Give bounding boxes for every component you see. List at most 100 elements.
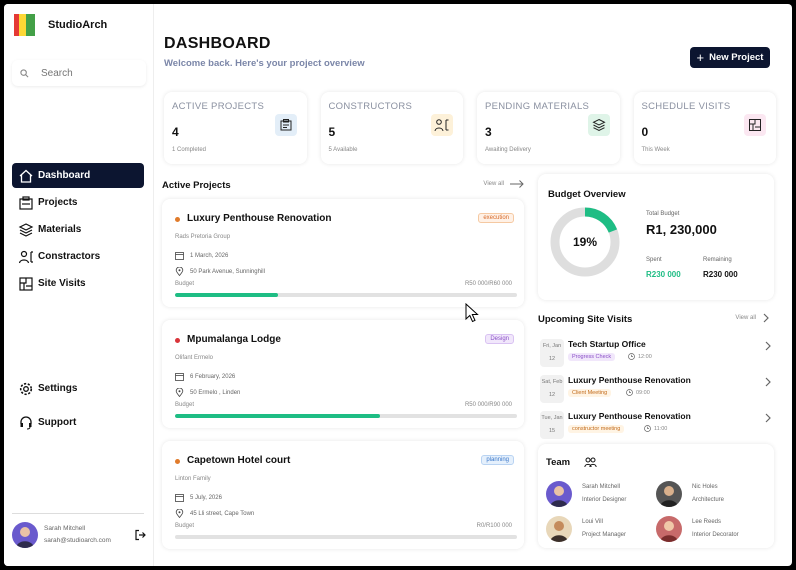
layers-icon: [18, 222, 34, 237]
nav-label: Support: [38, 417, 77, 428]
search-box[interactable]: [12, 60, 146, 86]
chevron-right-icon: [765, 413, 771, 423]
nav-label: Site Visits: [38, 278, 86, 289]
budget-label: Budget: [175, 523, 195, 529]
headset-icon: [20, 415, 32, 429]
budget-title: Budget Overview: [548, 189, 626, 200]
studioarch-logo-icon: [14, 14, 36, 36]
avatar: [546, 481, 572, 507]
chevron-right-icon[interactable]: [762, 313, 770, 323]
stats-row: ACTIVE PROJECTS 4 1 Completed CONSTRUCTO…: [164, 92, 776, 164]
nav-item-constractors[interactable]: Constractors: [12, 244, 144, 269]
visit-time: 09:00: [626, 389, 650, 396]
status-badge: planning: [481, 455, 514, 465]
clipboard-icon: [274, 114, 297, 136]
stat-sub: 1 Completed: [172, 147, 207, 153]
visit-day: Tue, Jan: [541, 415, 563, 421]
project-name: Mpumalanga Lodge: [187, 334, 281, 345]
project-card[interactable]: Luxury Penthouse Renovation execution Ra…: [162, 199, 524, 307]
logout-icon[interactable]: [134, 529, 146, 541]
nav-item-site-visits[interactable]: Site Visits: [12, 271, 144, 296]
stat-card-active-projects[interactable]: ACTIVE PROJECTS 4 1 Completed: [164, 92, 307, 164]
visit-name: Tech Startup Office: [568, 339, 646, 349]
visit-day: Fri, Jan: [542, 343, 562, 349]
project-card[interactable]: Capetown Hotel court planning Linton Fam…: [162, 441, 524, 549]
active-projects-title: Active Projects: [162, 180, 231, 191]
stat-card-pending-materials[interactable]: PENDING MATERIALS 3 Awaiting Delivery: [477, 92, 620, 164]
status-dot: [175, 338, 180, 343]
new-project-button[interactable]: + New Project: [690, 47, 770, 68]
project-card[interactable]: Mpumalanga Lodge Design Olifant Ermelo 6…: [162, 320, 524, 428]
visit-item[interactable]: Fri, Jan 12 Tech Startup Office Progress…: [538, 339, 774, 369]
spent-value: R230 000: [646, 270, 681, 279]
page-title: DASHBOARD: [164, 35, 271, 52]
location-pin-icon: [175, 509, 184, 518]
budget-progress-bar: [175, 535, 517, 539]
project-client: Rads Pretoria Group: [175, 234, 231, 240]
stat-sub: Awaiting Delivery: [485, 147, 531, 153]
visit-date-chip: Fri, Jan 12: [540, 339, 564, 367]
nav-item-materials[interactable]: Materials: [12, 217, 144, 242]
location-pin-icon: [175, 267, 184, 276]
date-text: 6 February, 2026: [190, 373, 236, 380]
logo[interactable]: StudioArch: [14, 14, 107, 36]
avatar: [656, 481, 682, 507]
budget-progress-fill: [175, 414, 381, 418]
status-dot: [175, 217, 180, 222]
main-nav: Dashboard Projects Materials Constractor…: [12, 163, 144, 298]
search-input[interactable]: [41, 67, 131, 79]
avatar: [546, 516, 572, 542]
project-address: 50 Park Avenue, Sunninghill: [175, 267, 265, 276]
stat-label: SCHEDULE VISITS: [641, 101, 731, 112]
nav-item-support[interactable]: Support: [12, 410, 144, 435]
chevron-right-icon: [765, 341, 771, 351]
budget-label: Budget: [175, 281, 195, 287]
active-projects-header: Active Projects View all: [162, 180, 524, 191]
stat-card-constructors[interactable]: CONSTRUCTORS 5 5 Available: [320, 92, 463, 164]
member-name: Lee Reeds: [692, 519, 722, 525]
stat-value: 3: [485, 125, 492, 139]
team-member[interactable]: Sarah Mitchell Interior Designer: [546, 481, 626, 507]
app-name: StudioArch: [48, 19, 108, 31]
member-role: Interior Designer: [582, 497, 627, 503]
blueprint-icon: [19, 276, 33, 291]
worker-icon: [431, 114, 453, 136]
team-title: Team: [546, 457, 597, 468]
nav-label: Settings: [38, 383, 78, 394]
budget-progress-bar: [175, 414, 517, 418]
team-title-text: Team: [546, 457, 571, 468]
nav-item-dashboard[interactable]: Dashboard: [12, 163, 144, 188]
nav-item-settings[interactable]: Settings: [12, 376, 144, 401]
visit-date: 12: [548, 356, 556, 362]
layers-icon: [587, 114, 610, 136]
address-text: 50 Park Avenue, Sunninghill: [190, 268, 265, 275]
nav-item-projects[interactable]: Projects: [12, 190, 144, 215]
visit-item[interactable]: Sat, Feb 12 Luxury Penthouse Renovation …: [538, 375, 774, 405]
user-email: sarah@studioarch.com: [44, 537, 111, 544]
projects-icon: [19, 195, 33, 210]
spent-label: Spent: [646, 257, 662, 263]
visit-name: Luxury Penthouse Renovation: [568, 411, 691, 421]
view-all-projects-link[interactable]: View all: [483, 180, 524, 188]
chevron-right-icon: [765, 377, 771, 387]
constructor-icon: [18, 250, 33, 263]
search-icon: [20, 68, 29, 77]
budget-percent: 19%: [572, 235, 598, 249]
member-role: Project Manager: [582, 532, 627, 538]
status-dot: [175, 459, 180, 464]
team-member[interactable]: Nic Holes Architecture: [656, 481, 724, 507]
location-pin-icon: [175, 388, 184, 397]
member-name: Nic Holes: [692, 484, 718, 490]
budget-amount: R50 000/R60 000: [464, 281, 512, 287]
page-subtitle: Welcome back. Here's your project overvi…: [164, 58, 365, 69]
mouse-cursor-icon: [465, 303, 479, 323]
visit-item[interactable]: Tue, Jan 15 Luxury Penthouse Renovation …: [538, 411, 774, 441]
team-member[interactable]: Loui Vill Project Manager: [546, 516, 626, 542]
team-card: Team Sarah Mitchell Interior Designer Ni…: [538, 444, 774, 548]
stat-card-schedule-visits[interactable]: SCHEDULE VISITS 0 This Week: [633, 92, 776, 164]
nav-label: Materials: [38, 224, 82, 235]
blueprint-icon: [744, 114, 766, 136]
calendar-icon: [175, 252, 184, 260]
team-member[interactable]: Lee Reeds Interior Decorator: [656, 516, 739, 542]
view-all-visits-link[interactable]: View all: [735, 315, 756, 321]
